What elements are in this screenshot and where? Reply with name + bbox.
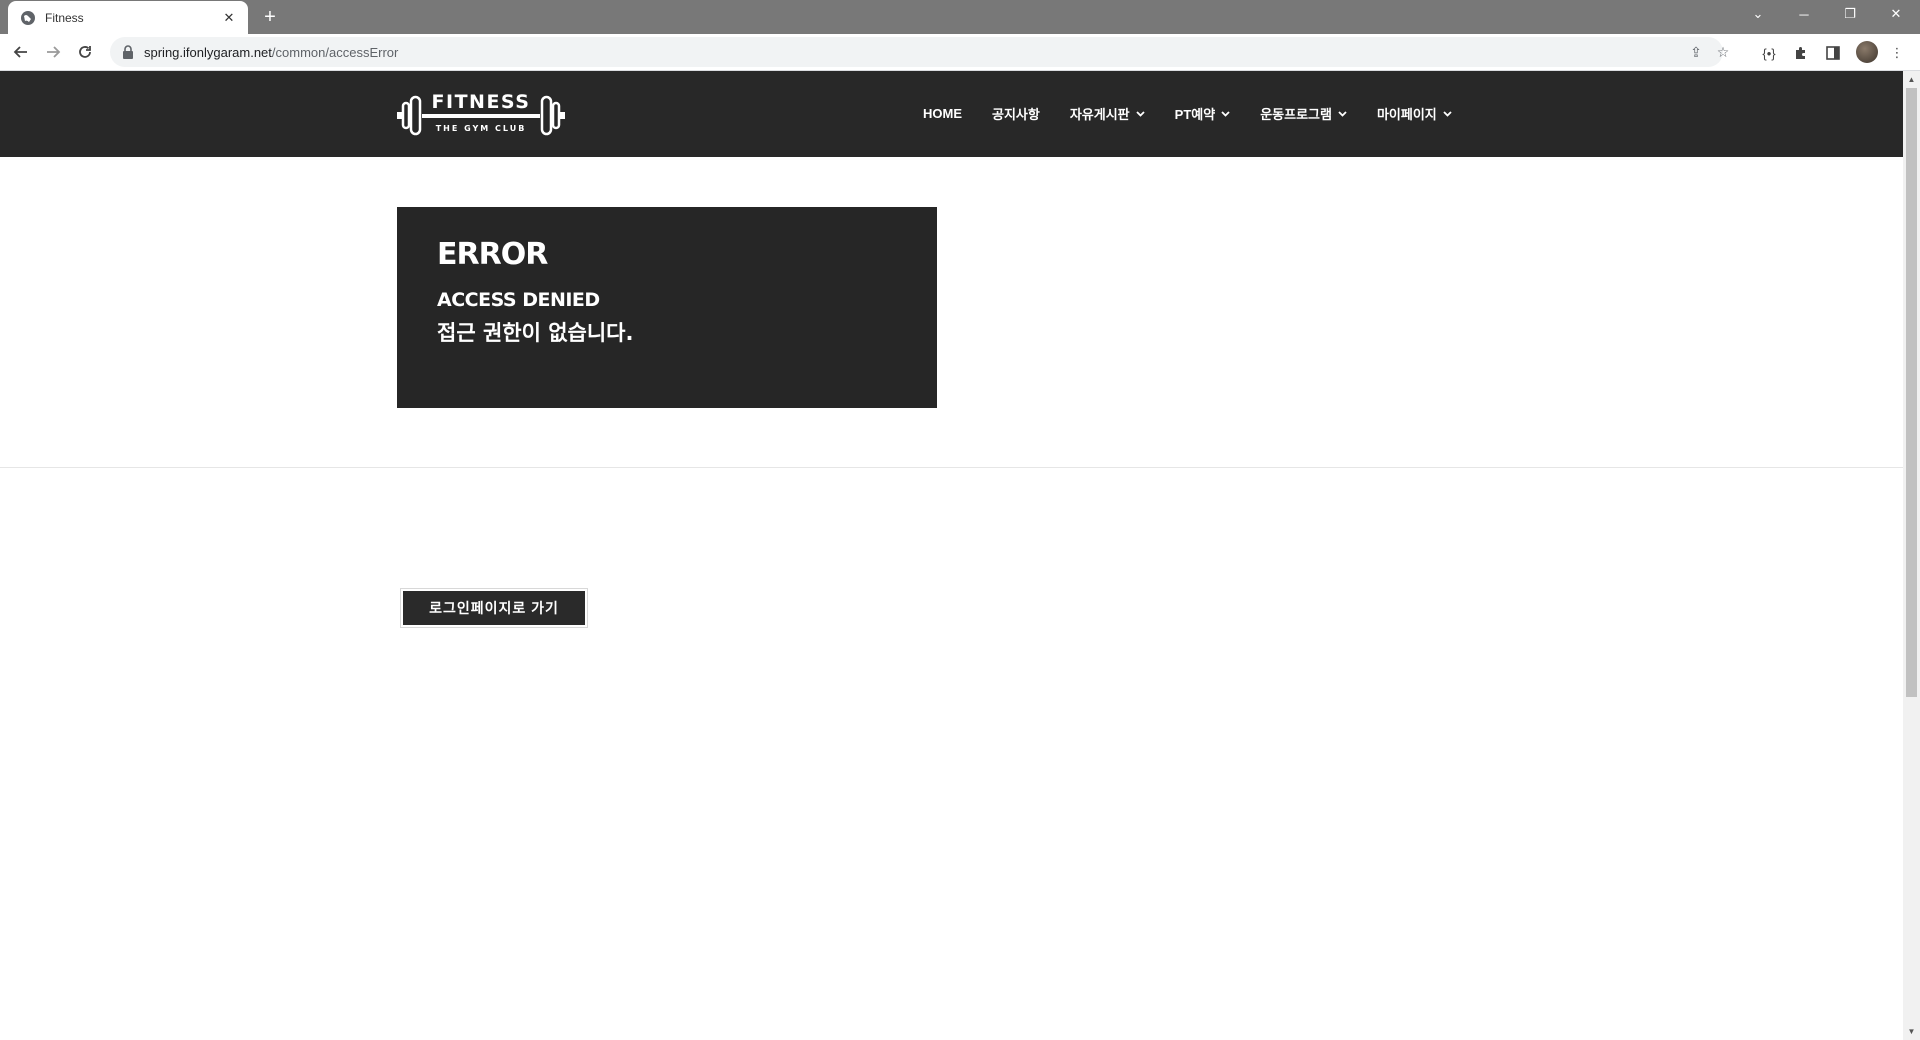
bookmark-star-icon[interactable]: ☆ xyxy=(1713,42,1733,62)
forward-button[interactable] xyxy=(40,39,66,65)
reload-button[interactable] xyxy=(72,39,98,65)
tab-search-icon[interactable]: ⌄ xyxy=(1735,0,1781,28)
nav-label: 자유게시판 xyxy=(1069,107,1130,122)
nav-item-notice[interactable]: 공지사항 xyxy=(992,104,1040,123)
nav-item-free-board[interactable]: 자유게시판 xyxy=(1070,104,1145,123)
fitness-logo[interactable]: FITNESS THE GYM CLUB xyxy=(397,90,565,140)
nav-label: PT예약 xyxy=(1174,107,1216,122)
scrollbar-thumb[interactable] xyxy=(1906,88,1917,697)
chevron-down-icon xyxy=(1443,110,1452,117)
menu-dots-icon[interactable]: ⋮ xyxy=(1886,42,1908,64)
restore-button[interactable]: ❐ xyxy=(1827,0,1873,28)
new-tab-button[interactable]: + xyxy=(258,5,282,29)
site-header: FITNESS THE GYM CLUB HOME 공지사항 자유게시판 PT예… xyxy=(0,71,1903,157)
nav-label: HOME xyxy=(923,106,962,121)
puzzle-icon[interactable] xyxy=(1790,42,1812,64)
chevron-down-icon xyxy=(1338,110,1347,117)
web-page: FITNESS THE GYM CLUB HOME 공지사항 자유게시판 PT예… xyxy=(0,71,1903,1040)
url-host: spring.ifonlygaram.net xyxy=(144,44,272,60)
scroll-down-arrow-icon[interactable]: ▼ xyxy=(1903,1023,1920,1040)
nav-item-pt-reservation[interactable]: PT예약 xyxy=(1175,104,1231,123)
side-panel-icon[interactable] xyxy=(1822,42,1844,64)
nav-item-mypage[interactable]: 마이페이지 xyxy=(1377,104,1452,123)
address-bar[interactable]: spring.ifonlygaram.net/common/accessErro… xyxy=(110,37,1729,67)
logo-text: FITNESS xyxy=(432,91,531,113)
arrow-left-icon xyxy=(13,46,27,58)
reload-icon xyxy=(79,46,91,58)
scroll-up-arrow-icon[interactable]: ▲ xyxy=(1903,71,1920,88)
browser-tabstrip: Fitness ✕ + ⌄ ─ ❐ ✕ xyxy=(0,0,1920,34)
error-subtitle: ACCESS DENIED xyxy=(437,289,600,311)
tab-title: Fitness xyxy=(45,10,84,25)
nav-label: 공지사항 xyxy=(992,107,1040,122)
close-tab-icon[interactable]: ✕ xyxy=(220,9,238,27)
section-divider xyxy=(0,467,1903,468)
browser-toolbar: spring.ifonlygaram.net/common/accessErro… xyxy=(0,34,1920,71)
error-title: ERROR xyxy=(437,237,548,272)
minimize-button[interactable]: ─ xyxy=(1781,0,1827,28)
share-icon[interactable]: ⇪ xyxy=(1686,42,1706,62)
url-path: /common/accessError xyxy=(271,44,399,60)
lock-icon xyxy=(123,45,133,59)
nav-item-home[interactable]: HOME xyxy=(923,106,962,121)
error-panel: ERROR ACCESS DENIED 접근 권한이 없습니다. xyxy=(397,207,937,408)
logo-subtext: THE GYM CLUB xyxy=(436,124,527,133)
nav-item-exercise-program[interactable]: 운동프로그램 xyxy=(1260,104,1347,123)
browser-tab[interactable]: Fitness ✕ xyxy=(8,1,248,34)
nav-label: 운동프로그램 xyxy=(1260,107,1332,122)
main-nav: HOME 공지사항 자유게시판 PT예약 운동프로그램 마이페이지 xyxy=(923,104,1452,123)
globe-icon xyxy=(21,10,35,25)
go-to-login-button[interactable]: 로그인페이지로 가기 xyxy=(401,589,587,627)
back-button[interactable] xyxy=(8,39,34,65)
extension-icon[interactable]: {•} xyxy=(1758,42,1780,64)
arrow-right-icon xyxy=(47,46,61,58)
chevron-down-icon xyxy=(1221,110,1230,117)
page-scrollbar[interactable]: ▲ ▼ xyxy=(1903,71,1920,1040)
close-window-button[interactable]: ✕ xyxy=(1873,0,1919,28)
error-message: 접근 권한이 없습니다. xyxy=(437,321,634,345)
profile-avatar[interactable] xyxy=(1856,41,1878,63)
chevron-down-icon xyxy=(1136,110,1145,117)
nav-label: 마이페이지 xyxy=(1376,107,1437,122)
